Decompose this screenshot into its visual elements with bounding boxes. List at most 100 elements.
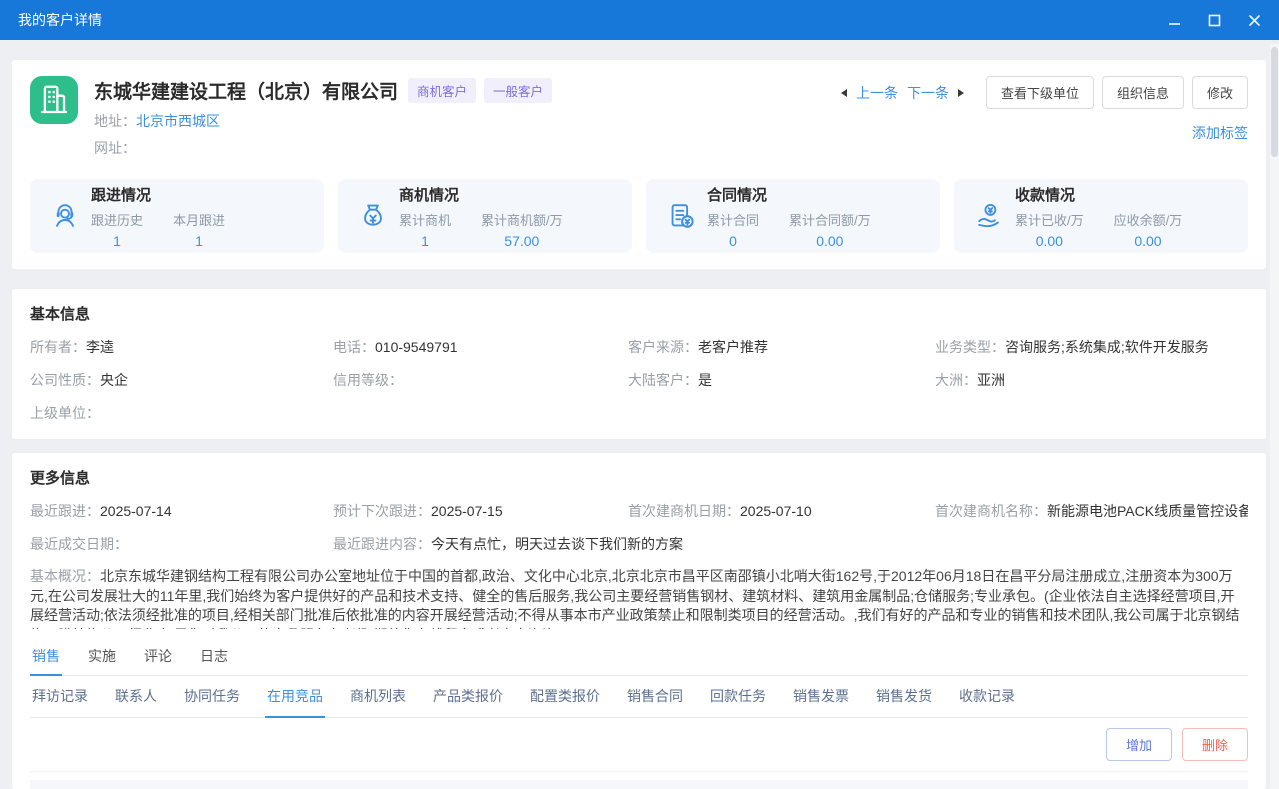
hand-coin-icon bbox=[968, 201, 1010, 231]
column-header: 所有者 bbox=[852, 780, 962, 789]
headset-icon bbox=[44, 201, 86, 231]
main-tab-1[interactable]: 实施 bbox=[86, 638, 118, 676]
sub-tab-7[interactable]: 销售合同 bbox=[625, 676, 685, 718]
basic-info-grid: 所有者：李逵电话：010-9549791客户来源：老客户推荐业务类型：咨询服务;… bbox=[30, 337, 1248, 423]
stat-card: 商机情况累计商机 1 累计商机额/万57.00 bbox=[338, 179, 632, 253]
customer-header-card: 东城华建建设工程（北京）有限公司 商机客户一般客户 地址：北京市西城区 网址： … bbox=[12, 60, 1266, 269]
field-value: 老客户推荐 bbox=[698, 339, 768, 355]
vertical-scrollbar[interactable] bbox=[1270, 44, 1279, 789]
stats-row: 跟进情况跟进历史1本月跟进1商机情况累计商机1累计商机额/万57.00合同情况累… bbox=[30, 179, 1248, 253]
view-subordinate-units-button[interactable]: 查看下级单位 bbox=[986, 76, 1094, 109]
field-label: 公司性质： bbox=[30, 372, 100, 388]
metric-value: 1 bbox=[399, 233, 451, 249]
website-row: 网址： bbox=[94, 138, 552, 158]
stat-card: 跟进情况跟进历史1本月跟进1 bbox=[30, 179, 324, 253]
field-value: 李逵 bbox=[86, 339, 114, 355]
minimize-icon[interactable] bbox=[1168, 14, 1181, 27]
info-field: 最近跟进内容：今天有点忙，明天过去谈下我们新的方案 bbox=[333, 534, 1248, 554]
sub-tab-4[interactable]: 商机列表 bbox=[348, 676, 408, 718]
sub-tab-8[interactable]: 回款任务 bbox=[708, 676, 768, 718]
metric-label: 累计合同额/万 bbox=[789, 210, 871, 229]
info-field: 预计下次跟进：2025-07-15 bbox=[333, 501, 628, 521]
metric-value: 0 bbox=[707, 233, 759, 249]
field-value: 2025-07-10 bbox=[740, 503, 812, 519]
stat-card: 合同情况累计合同0累计合同额/万0.00 bbox=[646, 179, 940, 253]
field-label: 最近跟进内容： bbox=[333, 536, 431, 552]
website-label: 网址： bbox=[94, 140, 136, 156]
info-field: 上级单位： bbox=[30, 403, 333, 423]
main-tab-3[interactable]: 日志 bbox=[198, 638, 230, 676]
field-label: 最近跟进： bbox=[30, 503, 100, 519]
sub-tab-1[interactable]: 联系人 bbox=[113, 676, 159, 718]
page-body: 东城华建建设工程（北京）有限公司 商机客户一般客户 地址：北京市西城区 网址： … bbox=[0, 40, 1279, 789]
window-titlebar: 我的客户详情 bbox=[0, 0, 1279, 40]
basic-info-section: 基本信息 所有者：李逵电话：010-9549791客户来源：老客户推荐业务类型：… bbox=[12, 289, 1266, 439]
next-record-link[interactable]: 下一条 bbox=[907, 83, 949, 103]
main-tab-0[interactable]: 销售 bbox=[30, 638, 62, 676]
scrollbar-thumb[interactable] bbox=[1271, 47, 1278, 157]
company-building-icon bbox=[30, 76, 78, 124]
more-info-title: 更多信息 bbox=[30, 467, 1248, 488]
address-label: 地址： bbox=[94, 113, 136, 129]
field-label: 客户来源： bbox=[628, 339, 698, 355]
prev-arrow-icon[interactable] bbox=[841, 89, 847, 97]
stat-metric: 累计商机 1 bbox=[399, 210, 451, 249]
sub-tab-2[interactable]: 协同任务 bbox=[182, 676, 242, 718]
stat-metric: 累计已收/万0.00 bbox=[1015, 210, 1084, 249]
prev-record-link[interactable]: 上一条 bbox=[856, 83, 898, 103]
info-field: 首次建商机名称：新能源电池PACK线质量管控设备 bbox=[935, 501, 1248, 521]
metric-label: 累计商机 bbox=[399, 210, 451, 229]
main-tabs: 销售实施评论日志 bbox=[30, 638, 1248, 676]
stat-title: 收款情况 bbox=[1015, 184, 1182, 205]
sub-tab-0[interactable]: 拜访记录 bbox=[30, 676, 90, 718]
field-label: 首次建商机日期： bbox=[628, 503, 740, 519]
metric-label: 跟进历史 bbox=[91, 210, 143, 229]
next-arrow-icon[interactable] bbox=[958, 89, 964, 97]
field-value: 今天有点忙，明天过去谈下我们新的方案 bbox=[431, 536, 683, 552]
close-icon[interactable] bbox=[1248, 14, 1261, 27]
maximize-icon[interactable] bbox=[1208, 14, 1221, 27]
metric-value: 0.00 bbox=[789, 233, 871, 249]
field-value: 2025-07-14 bbox=[100, 503, 172, 519]
field-label: 首次建商机名称： bbox=[935, 503, 1047, 519]
field-value: 新能源电池PACK线质量管控设备 bbox=[1047, 503, 1248, 519]
money-bag-icon bbox=[352, 201, 394, 231]
stat-metric: 累计商机额/万57.00 bbox=[481, 210, 563, 249]
sub-tab-6[interactable]: 配置类报价 bbox=[528, 676, 602, 718]
main-tab-2[interactable]: 评论 bbox=[142, 638, 174, 676]
metric-label: 累计已收/万 bbox=[1015, 210, 1084, 229]
window-title: 我的客户详情 bbox=[18, 10, 102, 30]
field-label: 电话： bbox=[333, 339, 375, 355]
sub-tab-10[interactable]: 销售发货 bbox=[874, 676, 934, 718]
field-label: 所有者： bbox=[30, 339, 86, 355]
address-link[interactable]: 北京市西城区 bbox=[136, 113, 220, 129]
window-controls bbox=[1168, 14, 1261, 27]
column-header: 最近一年供货量 bbox=[709, 780, 852, 789]
field-label: 信用等级： bbox=[333, 372, 403, 388]
field-value: 央企 bbox=[100, 372, 128, 388]
stat-metric: 应收余额/万0.00 bbox=[1114, 210, 1183, 249]
record-pager: 上一条 下一条 bbox=[841, 83, 964, 103]
info-field: 大洲：亚洲 bbox=[935, 370, 1248, 390]
stat-title: 商机情况 bbox=[399, 184, 563, 205]
customer-tag: 一般客户 bbox=[484, 78, 552, 103]
modify-button[interactable]: 修改 bbox=[1192, 76, 1248, 109]
info-field: 电话：010-9549791 bbox=[333, 337, 628, 357]
delete-button[interactable]: 删除 bbox=[1182, 728, 1248, 761]
sub-tab-5[interactable]: 产品类报价 bbox=[431, 676, 505, 718]
info-field: 最近成交日期： bbox=[30, 534, 333, 554]
sub-tab-11[interactable]: 收款记录 bbox=[957, 676, 1017, 718]
add-tag-link[interactable]: 添加标签 bbox=[1192, 125, 1248, 141]
organization-info-button[interactable]: 组织信息 bbox=[1102, 76, 1184, 109]
sub-tab-9[interactable]: 销售发票 bbox=[791, 676, 851, 718]
info-field: 大陆客户：是 bbox=[628, 370, 935, 390]
address-row: 地址：北京市西城区 bbox=[94, 111, 552, 131]
sub-tab-3[interactable]: 在用竞品 bbox=[265, 676, 325, 718]
header-buttons: 查看下级单位组织信息修改 bbox=[978, 76, 1248, 109]
add-button[interactable]: 增加 bbox=[1106, 728, 1172, 761]
column-header: 正式供货日期 bbox=[449, 780, 569, 789]
column-header: 产品型号 bbox=[94, 780, 234, 789]
metric-label: 累计商机额/万 bbox=[481, 210, 563, 229]
more-info-section: 更多信息 最近跟进：2025-07-14预计下次跟进：2025-07-15首次建… bbox=[12, 453, 1266, 789]
basic-info-title: 基本信息 bbox=[30, 303, 1248, 324]
